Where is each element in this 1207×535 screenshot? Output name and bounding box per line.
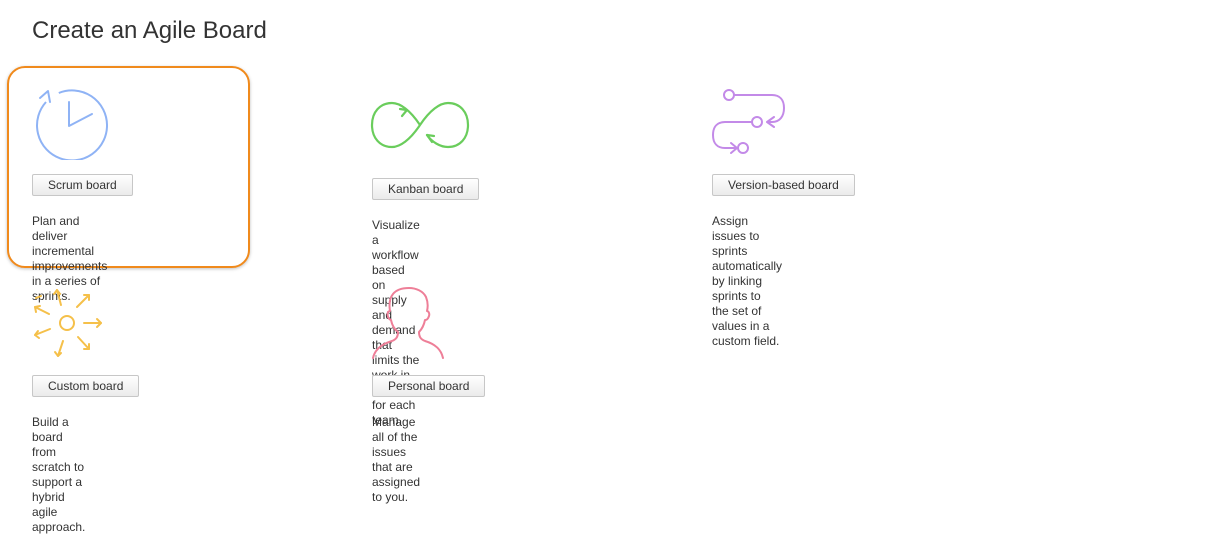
personal-board-description: Manage all of the issues that are assign… [372, 415, 421, 504]
scrum-board-button[interactable]: Scrum board [32, 174, 133, 196]
page-title: Create an Agile Board [32, 17, 267, 44]
infinity-loop-icon [370, 101, 470, 149]
custom-board-description: Build a board from scratch to support a … [32, 415, 86, 534]
clock-icon [36, 89, 109, 160]
version-board-description: Assign issues to sprints automatically b… [712, 214, 783, 348]
custom-board-button[interactable]: Custom board [32, 375, 140, 397]
person-silhouette-icon [372, 287, 444, 359]
kanban-board-button[interactable]: Kanban board [372, 178, 480, 200]
version-board-button[interactable]: Version-based board [712, 174, 855, 196]
version-flow-icon [711, 89, 786, 154]
personal-board-button[interactable]: Personal board [372, 375, 486, 397]
sun-arrows-icon [34, 289, 102, 357]
